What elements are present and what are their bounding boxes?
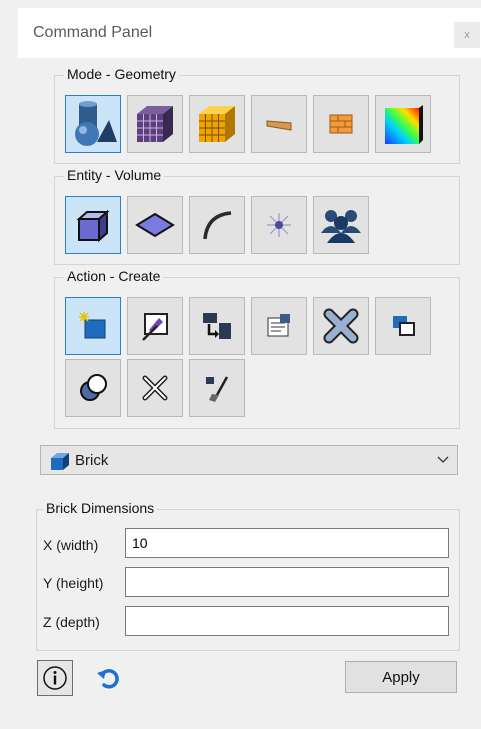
create-action-button[interactable] [65, 297, 121, 355]
cleanup-action-button[interactable] [189, 359, 245, 417]
boolean-action-button[interactable] [65, 359, 121, 417]
shape-select[interactable]: Brick [40, 445, 458, 475]
close-button[interactable]: x [454, 22, 480, 48]
boundary-conditions-mode-icon [199, 106, 235, 142]
copy-action-button[interactable] [375, 297, 431, 355]
volume-entity-button[interactable] [65, 196, 121, 254]
delete-action-icon [323, 308, 359, 344]
entity-group-label: Entity - Volume [64, 167, 165, 183]
mode-group: Mode - Geometry [54, 66, 460, 164]
mesh-mode-icon [137, 106, 173, 142]
command-panel: Command Panel x Mode - Geometry Entity -… [18, 8, 481, 729]
curve-entity-button[interactable] [189, 196, 245, 254]
properties-action-button[interactable] [251, 297, 307, 355]
geometry-mode-icon [75, 101, 117, 146]
shape-select-value: Brick [75, 452, 109, 469]
modify-action-button[interactable] [127, 297, 183, 355]
boundary-conditions-mode-button[interactable] [189, 95, 245, 153]
info-button[interactable] [37, 660, 73, 696]
material-mode-icon [266, 120, 292, 131]
modify-action-icon [142, 313, 168, 341]
dimensions-group-label: Brick Dimensions [43, 500, 158, 516]
results-contour-mode-button[interactable] [375, 95, 431, 153]
properties-action-icon [267, 314, 290, 337]
chevron-down-icon [437, 456, 449, 463]
create-action-icon [79, 312, 106, 339]
delete-action-button[interactable] [313, 297, 369, 355]
action-group-label: Action - Create [64, 268, 164, 284]
material-mode-button[interactable] [251, 95, 307, 153]
transform-action-button[interactable] [189, 297, 245, 355]
title-bar: Command Panel x [18, 8, 481, 58]
apply-button[interactable]: Apply [345, 661, 457, 693]
reset-icon[interactable] [95, 665, 121, 691]
vertex-entity-icon [267, 213, 291, 237]
group-entity-icon [321, 210, 361, 243]
boolean-action-icon [80, 374, 107, 401]
decompose-action-icon [142, 375, 168, 401]
cleanup-action-icon [206, 376, 229, 402]
y-height-label: Y (height) [43, 575, 104, 591]
y-height-input[interactable] [125, 567, 449, 597]
decompose-action-button[interactable] [127, 359, 183, 417]
surface-entity-icon [135, 212, 175, 238]
mode-group-label: Mode - Geometry [64, 66, 179, 82]
analysis-mode-button[interactable] [313, 95, 369, 153]
x-width-input[interactable] [125, 528, 449, 558]
vertex-entity-button[interactable] [251, 196, 307, 254]
x-width-label: X (width) [43, 537, 99, 553]
group-entity-button[interactable] [313, 196, 369, 254]
geometry-mode-button[interactable] [65, 95, 121, 153]
results-contour-mode-icon [385, 105, 423, 144]
window-title: Command Panel [33, 24, 153, 41]
surface-entity-button[interactable] [127, 196, 183, 254]
copy-action-icon [393, 316, 415, 336]
info-icon [43, 666, 67, 690]
volume-entity-icon [76, 209, 110, 243]
mesh-mode-button[interactable] [127, 95, 183, 153]
analysis-mode-icon [329, 114, 353, 134]
curve-entity-icon [203, 211, 232, 240]
transform-action-icon [203, 313, 231, 339]
z-depth-input[interactable] [125, 606, 449, 636]
brick-cube-icon [51, 453, 69, 470]
z-depth-label: Z (depth) [43, 614, 100, 630]
action-group: Action - Create [54, 268, 460, 429]
entity-group: Entity - Volume [54, 167, 460, 265]
